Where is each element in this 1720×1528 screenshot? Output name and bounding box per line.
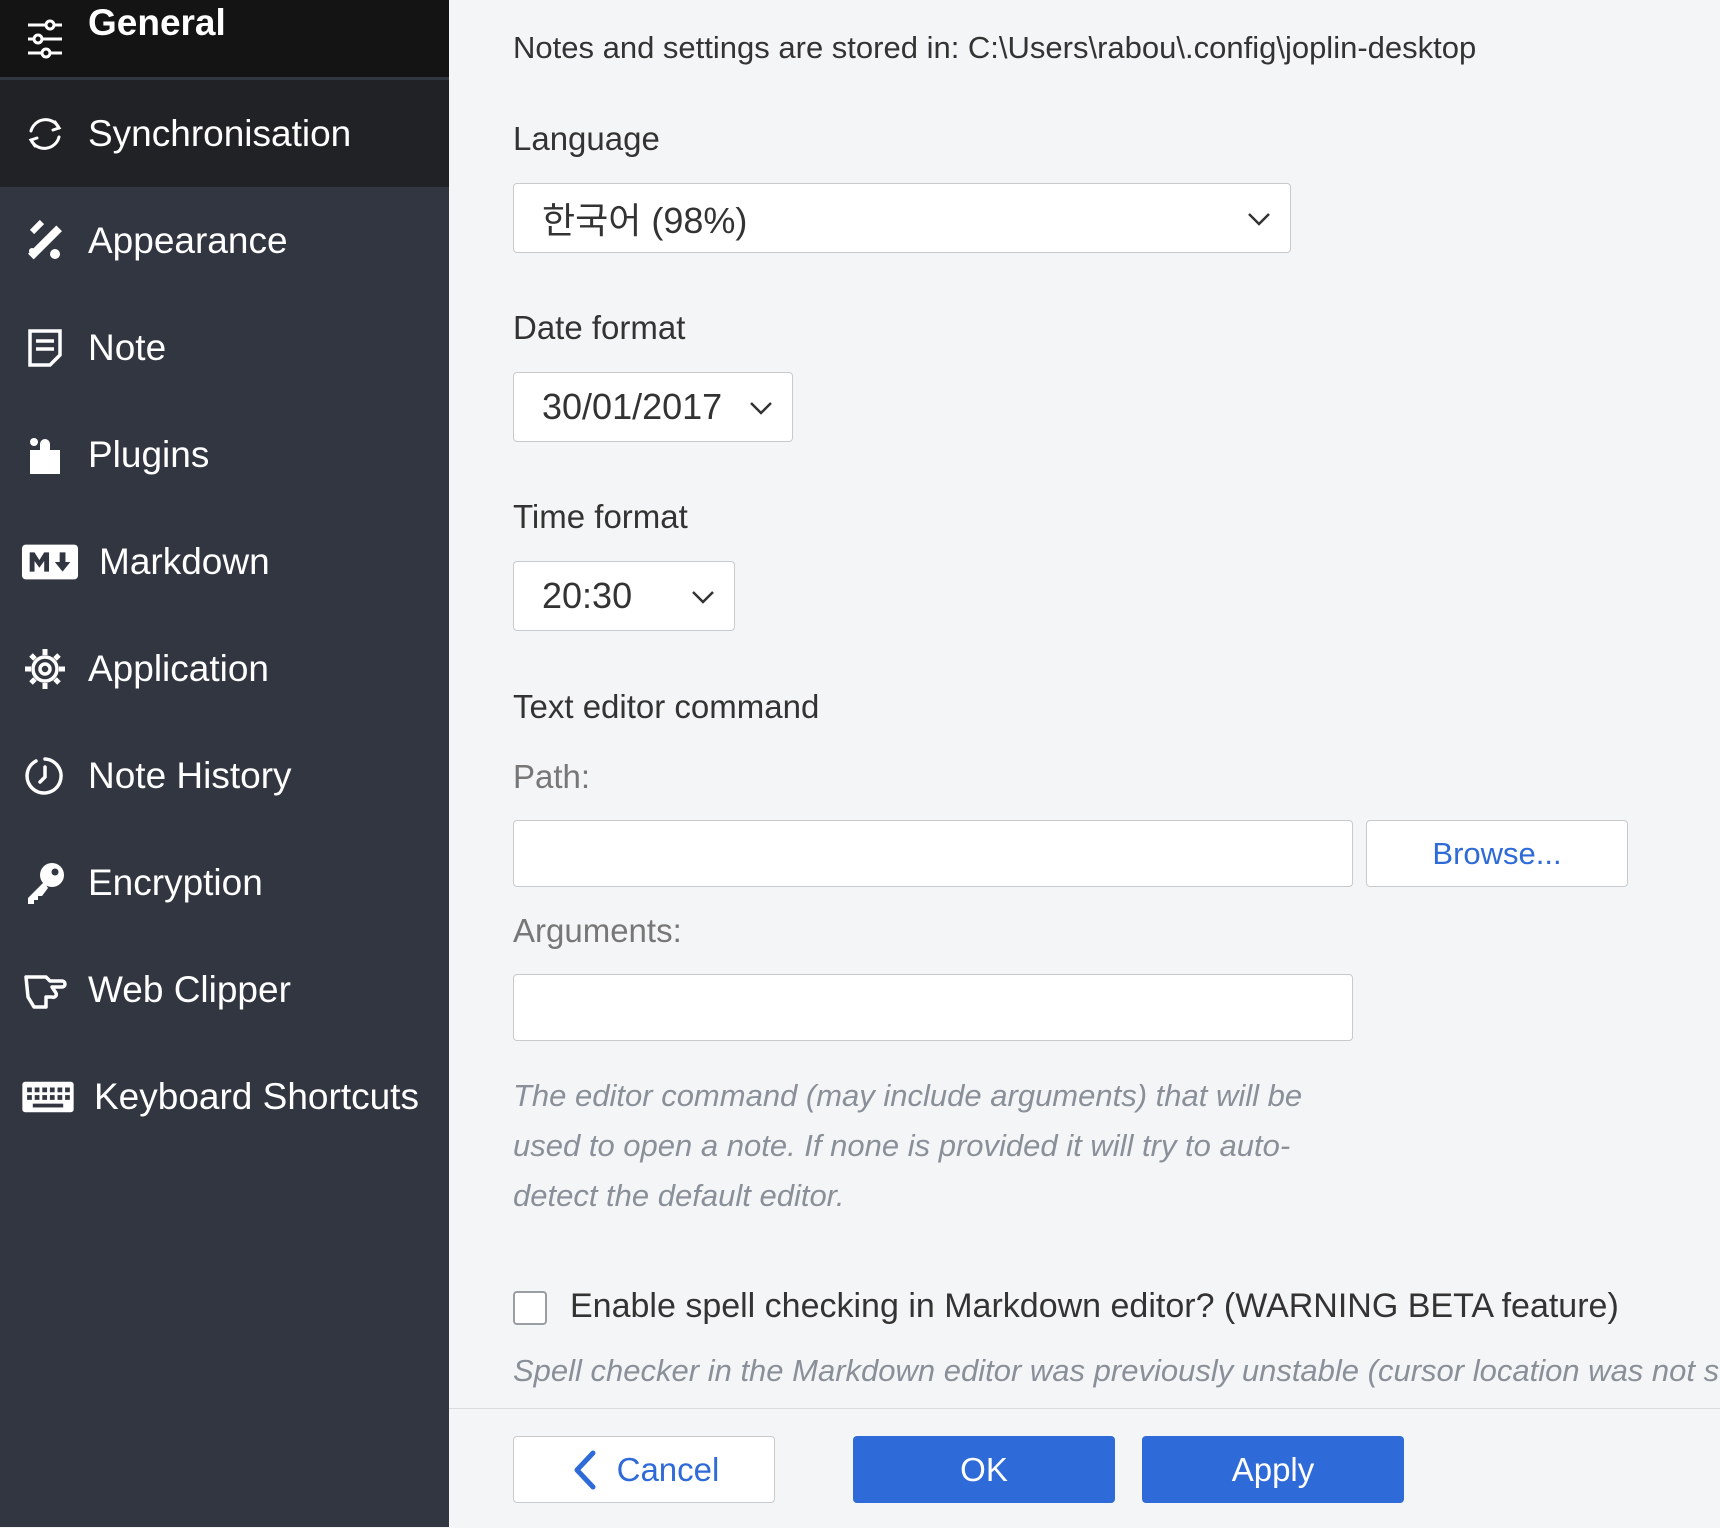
sliders-icon bbox=[20, 14, 70, 64]
sidebar-item-label: General bbox=[88, 2, 226, 43]
sidebar-item-label: Web Clipper bbox=[88, 968, 291, 1010]
sidebar-item-label: Note bbox=[88, 326, 167, 368]
cancel-button[interactable]: Cancel bbox=[513, 1436, 775, 1503]
sync-icon bbox=[20, 109, 70, 159]
sidebar-item-label: Appearance bbox=[88, 219, 288, 261]
ok-button[interactable]: OK bbox=[853, 1436, 1115, 1503]
markdown-icon bbox=[20, 537, 80, 587]
date-format-label: Date format bbox=[513, 309, 686, 346]
editor-arguments-label: Arguments: bbox=[513, 912, 682, 949]
sidebar-item-label: Keyboard Shortcuts bbox=[94, 1075, 419, 1117]
web-clipper-icon bbox=[20, 965, 70, 1015]
spell-check-label: Enable spell checking in Markdown editor… bbox=[570, 1287, 1619, 1325]
spell-check-checkbox[interactable] bbox=[513, 1291, 547, 1325]
language-value: 한국어 (98%) bbox=[542, 200, 748, 241]
sidebar-item-markdown[interactable]: Markdown bbox=[0, 508, 449, 615]
editor-command-help: The editor command (may include argument… bbox=[513, 1078, 1303, 1213]
editor-path-label: Path: bbox=[513, 758, 591, 795]
sidebar-item-keyboard-shortcuts[interactable]: Keyboard Shortcuts bbox=[0, 1043, 449, 1150]
text-editor-command-label: Text editor command bbox=[513, 688, 820, 725]
key-icon bbox=[20, 858, 70, 908]
storage-path-note: Notes and settings are stored in: C:\Use… bbox=[513, 30, 1477, 65]
spell-check-help: Spell checker in the Markdown editor was… bbox=[513, 1353, 1720, 1388]
sidebar-item-encryption[interactable]: Encryption bbox=[0, 829, 449, 936]
palette-icon bbox=[20, 216, 70, 266]
sidebar-item-label: Encryption bbox=[88, 861, 263, 903]
sidebar-item-label: Note History bbox=[88, 754, 292, 796]
chevron-down-icon bbox=[692, 591, 714, 604]
sidebar-item-note[interactable]: Note bbox=[0, 294, 449, 401]
language-select[interactable]: 한국어 (98%) bbox=[513, 183, 1291, 253]
history-icon bbox=[20, 751, 70, 801]
chevron-down-icon bbox=[1248, 213, 1270, 226]
date-format-value: 30/01/2017 bbox=[542, 386, 723, 427]
chevron-down-icon bbox=[750, 402, 772, 415]
keyboard-icon bbox=[20, 1072, 76, 1122]
date-format-select[interactable]: 30/01/2017 bbox=[513, 372, 793, 442]
apply-button[interactable]: Apply bbox=[1142, 1436, 1404, 1503]
language-label: Language bbox=[513, 120, 660, 157]
sidebar-item-label: Plugins bbox=[88, 433, 210, 475]
editor-arguments-input[interactable] bbox=[513, 974, 1353, 1041]
sidebar-item-label: Markdown bbox=[99, 540, 270, 582]
sidebar-item-synchronisation[interactable]: Synchronisation bbox=[0, 80, 449, 187]
sidebar-item-plugins[interactable]: Plugins bbox=[0, 401, 449, 508]
time-format-label: Time format bbox=[513, 498, 688, 535]
gear-icon bbox=[20, 644, 70, 694]
cancel-label: Cancel bbox=[616, 1450, 720, 1488]
settings-sidebar: General Synchronisation Appearance Note bbox=[0, 0, 449, 1527]
sidebar-item-web-clipper[interactable]: Web Clipper bbox=[0, 936, 449, 1043]
note-icon bbox=[20, 323, 70, 373]
time-format-value: 20:30 bbox=[542, 575, 633, 616]
sidebar-item-label: Application bbox=[88, 647, 270, 689]
chevron-left-icon bbox=[574, 1450, 596, 1489]
puzzle-icon bbox=[20, 430, 70, 480]
settings-general-panel: Notes and settings are stored in: C:\Use… bbox=[449, 0, 1720, 1408]
sidebar-item-general[interactable]: General bbox=[0, 0, 449, 77]
sidebar-item-note-history[interactable]: Note History bbox=[0, 722, 449, 829]
sidebar-item-label: Synchronisation bbox=[88, 112, 352, 154]
time-format-select[interactable]: 20:30 bbox=[513, 561, 735, 631]
sidebar-item-application[interactable]: Application bbox=[0, 615, 449, 722]
editor-path-input[interactable] bbox=[513, 820, 1353, 887]
browse-button[interactable]: Browse... bbox=[1366, 820, 1628, 887]
sidebar-item-appearance[interactable]: Appearance bbox=[0, 187, 449, 294]
settings-footer: Cancel OK Apply bbox=[449, 1408, 1720, 1528]
